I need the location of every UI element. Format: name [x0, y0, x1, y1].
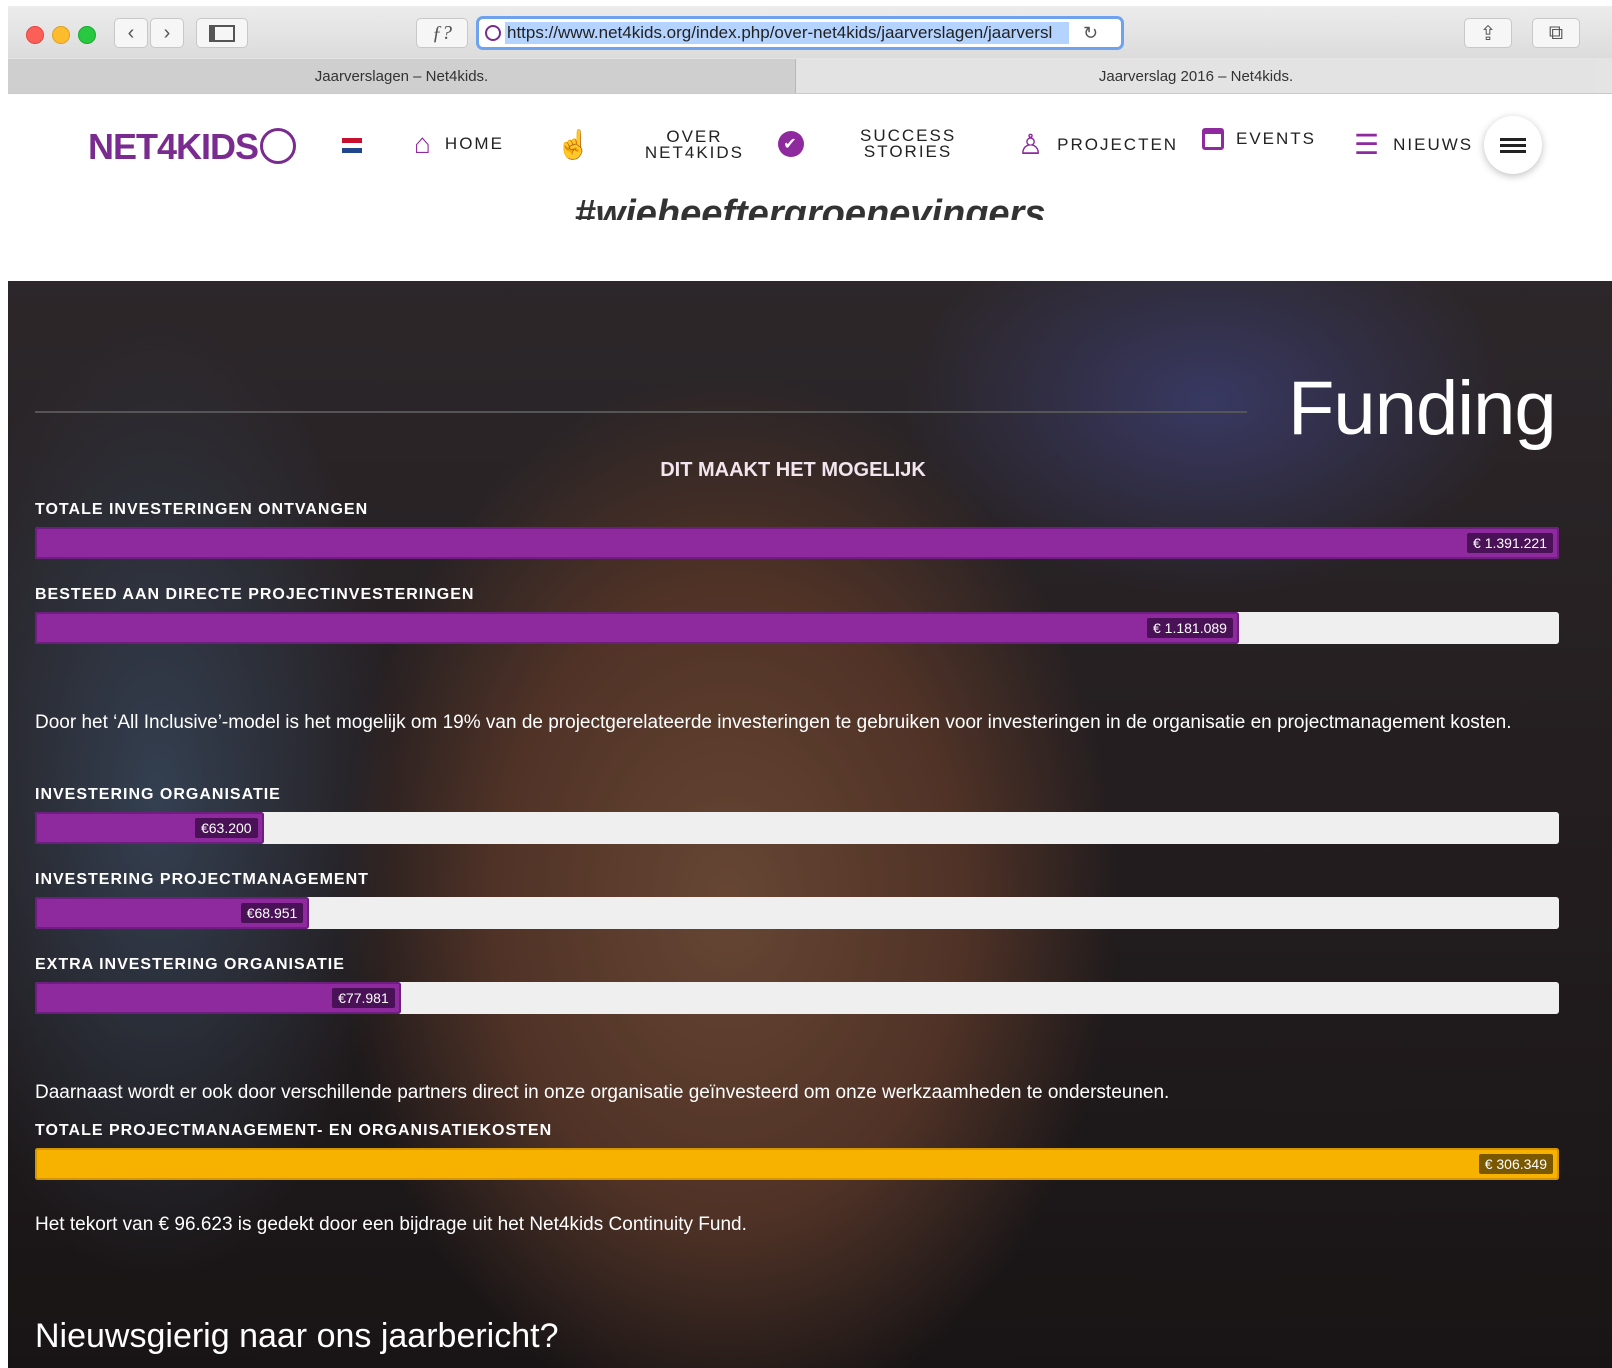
- nav-nieuws-label: NIEUWS: [1393, 134, 1474, 154]
- nav-success-line2: STORIES: [863, 142, 953, 161]
- person-icon: ♙: [1018, 129, 1046, 160]
- paragraph: Het tekort van € 96.623 is gedekt door e…: [35, 1214, 747, 1235]
- value-badge: €77.981: [332, 988, 395, 1008]
- address-bar[interactable]: https://www.net4kids.org/index.php/over-…: [476, 16, 1124, 50]
- progress-bar: € 1.181.089: [35, 612, 1559, 644]
- nav-events-label: EVENTS: [1236, 129, 1317, 148]
- section-heading: Nieuwsgierig naar ons jaarbericht?: [35, 1317, 559, 1355]
- chevron-right-icon: ›: [163, 21, 171, 44]
- reload-icon[interactable]: ↻: [1083, 23, 1098, 44]
- tabs-icon: ⧉: [1548, 21, 1564, 44]
- value-badge: € 1.181.089: [1146, 618, 1233, 638]
- bar-label: INVESTERING PROJECTMANAGEMENT: [35, 871, 369, 888]
- bar-label: TOTALE PROJECTMANAGEMENT- EN ORGANISATIE…: [35, 1122, 553, 1139]
- site-header: NET4KIDS ⌂ HOME ☝ OVER NET4KIDS ✔ SUCCES…: [8, 94, 1612, 194]
- webpage: NET4KIDS ⌂ HOME ☝ OVER NET4KIDS ✔ SUCCES…: [8, 94, 1612, 1368]
- chevron-left-icon: ‹: [127, 21, 135, 44]
- nav-success-stories[interactable]: ✔ SUCCESS STORIES: [778, 127, 956, 161]
- progress-bar: €63.200: [35, 812, 1559, 844]
- paragraph: Daarnaast wordt er ook door verschillend…: [35, 1082, 1170, 1103]
- progress-bar: € 306.349: [35, 1148, 1559, 1180]
- tab-jaarverslagen[interactable]: Jaarverslagen – Net4kids.: [8, 59, 796, 93]
- progress-bar: €77.981: [35, 982, 1559, 1014]
- calendar-icon: [1202, 128, 1224, 150]
- minimize-window-button[interactable]: [52, 26, 70, 44]
- progress-fill: € 1.181.089: [35, 612, 1239, 644]
- progress-bar: € 1.391.221: [35, 527, 1559, 559]
- sidebar-toggle-button[interactable]: [196, 18, 248, 48]
- bar-label: EXTRA INVESTERING ORGANISATIE: [35, 956, 345, 973]
- bar-label: INVESTERING ORGANISATIE: [35, 786, 281, 803]
- value-badge: €63.200: [194, 818, 258, 838]
- share-icon: ⇪: [1479, 22, 1497, 45]
- maximize-window-button[interactable]: [78, 26, 96, 44]
- bar-label: TOTALE INVESTERINGEN ONTVANGEN: [35, 501, 369, 518]
- progress-fill: € 306.349: [35, 1148, 1559, 1180]
- funding-section: Funding DIT MAAKT HET MOGELIJK TOTALE IN…: [8, 281, 1612, 1368]
- nav-over-line2: NET4KIDS: [644, 142, 745, 162]
- nav-over-net4kids[interactable]: ☝ OVER NET4KIDS: [556, 128, 744, 161]
- site-favicon-icon: [485, 25, 501, 41]
- title-bar: ‹ › ƒ? https://www.net4kids.org/index.ph…: [8, 6, 1612, 58]
- logo-text: NET4KIDS: [88, 126, 259, 167]
- value-badge: €68.951: [240, 903, 304, 923]
- value-badge: € 1.391.221: [1467, 533, 1553, 553]
- home-icon: ⌂: [414, 128, 433, 159]
- progress-fill: €77.981: [35, 982, 401, 1014]
- progress-fill: €68.951: [35, 897, 310, 929]
- nav-projecten-label: PROJECTEN: [1057, 134, 1179, 154]
- title-divider: [35, 411, 1247, 413]
- progress-bar: €68.951: [35, 897, 1559, 929]
- value-badge: € 306.349: [1478, 1154, 1553, 1174]
- tab-bar: Jaarverslagen – Net4kids. Jaarverslag 20…: [8, 59, 1612, 93]
- bar-label: BESTEED AAN DIRECTE PROJECTINVESTERINGEN: [35, 586, 475, 603]
- progress-fill: € 1.391.221: [35, 527, 1559, 559]
- site-logo[interactable]: NET4KIDS: [88, 126, 297, 168]
- dutch-flag-icon[interactable]: [342, 138, 362, 154]
- share-button[interactable]: ⇪: [1464, 18, 1512, 48]
- browser-chrome: ‹ › ƒ? https://www.net4kids.org/index.ph…: [8, 6, 1612, 94]
- hashtag-heading: #wieheeftergroenevingers: [574, 193, 1046, 220]
- nav-home[interactable]: ⌂ HOME: [414, 128, 504, 160]
- progress-fill: €63.200: [35, 812, 264, 844]
- reader-button[interactable]: ƒ?: [416, 18, 468, 48]
- hamburger-icon: [1500, 135, 1526, 156]
- nav-projecten[interactable]: ♙ PROJECTEN: [1018, 128, 1178, 161]
- nav-nieuws[interactable]: ☰ NIEUWS: [1354, 128, 1473, 161]
- forward-button[interactable]: ›: [150, 18, 184, 48]
- paragraph: Door het ‘All Inclusive’-model is het mo…: [35, 712, 1512, 733]
- newspaper-icon: ☰: [1354, 129, 1382, 160]
- tabs-overview-button[interactable]: ⧉: [1532, 18, 1580, 48]
- funding-title: Funding: [1288, 366, 1557, 451]
- nav-home-label: HOME: [444, 134, 504, 153]
- nav-events[interactable]: EVENTS: [1202, 128, 1316, 150]
- funding-subtitle: DIT MAAKT HET MOGELIJK: [660, 459, 926, 481]
- check-circle-icon: ✔: [778, 131, 804, 157]
- sidebar-icon: [209, 24, 235, 42]
- back-button[interactable]: ‹: [114, 18, 148, 48]
- pointer-hand-icon: ☝: [556, 129, 593, 160]
- menu-button[interactable]: [1484, 116, 1542, 174]
- globe-logo-icon: [260, 128, 297, 165]
- close-window-button[interactable]: [26, 26, 44, 44]
- url-text[interactable]: https://www.net4kids.org/index.php/over-…: [505, 22, 1069, 44]
- tab-jaarverslag-2016[interactable]: Jaarverslag 2016 – Net4kids.: [796, 59, 1596, 93]
